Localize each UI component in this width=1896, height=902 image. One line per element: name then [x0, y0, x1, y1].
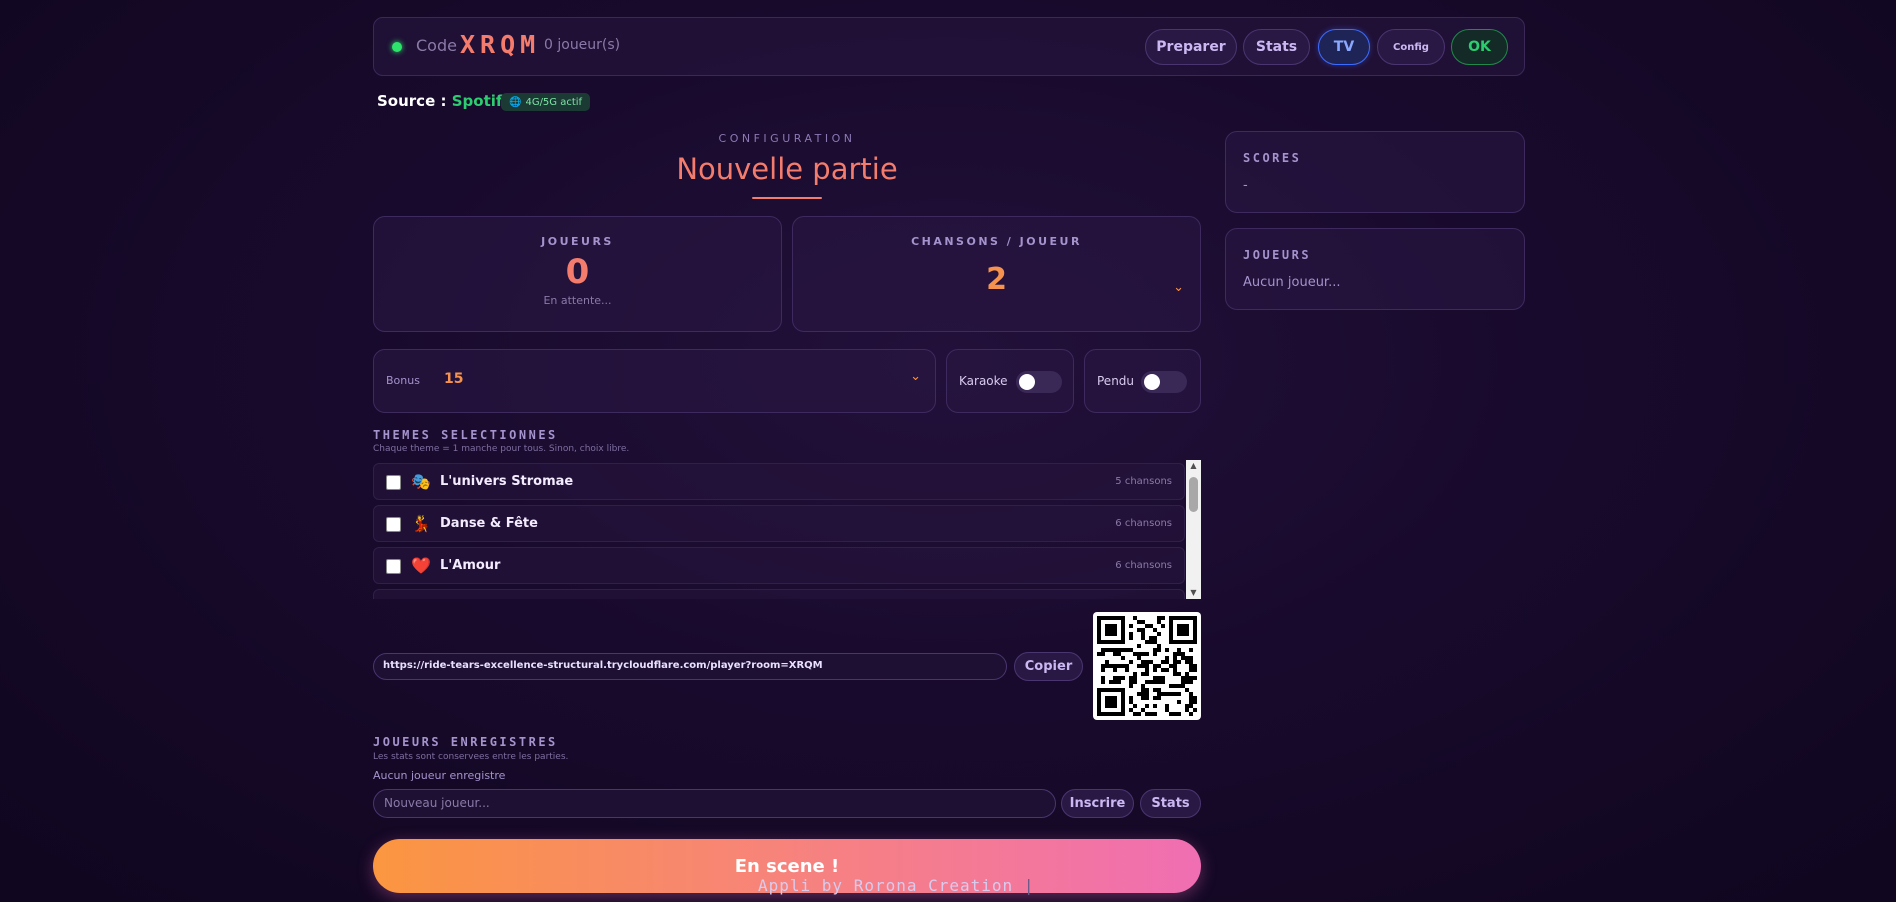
music-source-label: Source : [377, 92, 447, 110]
themes-title: THEMES SELECTIONNES [373, 428, 558, 442]
globe-icon: 🌐 [509, 96, 522, 108]
qr-modules [1097, 616, 1197, 716]
scores-title: SCORES [1243, 151, 1302, 165]
scroll-down-arrow-icon[interactable]: ▼ [1186, 587, 1201, 599]
theme-item[interactable]: ❤️ L'Amour 6 chansons [373, 547, 1185, 584]
songs-card-label: CHANSONS / JOUEUR [911, 235, 1082, 248]
connection-status-dot [392, 42, 402, 52]
theater-masks-icon: 🎭 [411, 472, 431, 491]
theme-checkbox[interactable] [386, 475, 401, 490]
pendu-label: Pendu [1097, 374, 1135, 388]
theme-item[interactable]: 🎭 L'univers Stromae 5 chansons [373, 463, 1185, 500]
registered-players-empty: Aucun joueur enregistre [373, 769, 506, 782]
theme-name: L'univers Stromae [440, 474, 574, 489]
scores-value: - [1243, 178, 1248, 193]
prepare-button[interactable]: Preparer [1145, 29, 1237, 65]
connected-players-count: 0 joueur(s) [544, 37, 621, 53]
karaoke-toggle[interactable] [1016, 371, 1062, 393]
network-badge: 🌐 4G/5G actif [501, 93, 591, 111]
pendu-option: Pendu [1084, 349, 1201, 413]
theme-name: Danse & Fête [440, 516, 538, 531]
bonus-label: Bonus [386, 374, 420, 387]
page-title: Nouvelle partie [676, 152, 898, 186]
title-underline [752, 197, 822, 199]
pendu-toggle[interactable] [1141, 371, 1187, 393]
room-code-label: Code [416, 36, 457, 55]
theme-item[interactable]: 💃 Danse & Fête 6 chansons [373, 505, 1185, 542]
room-code: XRQM [460, 30, 541, 59]
karaoke-option: Karaoke [946, 349, 1074, 413]
theme-item[interactable] [373, 589, 1185, 599]
tv-button[interactable]: TV [1318, 29, 1370, 65]
themes-scrollbar[interactable]: ▲ ▼ [1186, 460, 1201, 599]
bonus-select[interactable]: Bonus 15 ⌄ [373, 349, 936, 413]
footer-separator: | [1023, 876, 1035, 895]
config-button[interactable]: Config [1377, 29, 1445, 65]
players-panel: JOUEURS Aucun joueur... [1225, 228, 1525, 310]
room-header-bar: Code XRQM 0 joueur(s) Preparer Stats TV … [373, 17, 1525, 76]
chevron-down-icon: ⌄ [910, 369, 921, 384]
footer-text: Appli by Rorona Creation [758, 876, 1014, 895]
theme-song-count: 6 chansons [1115, 560, 1172, 571]
players-card-value: 0 [565, 252, 590, 292]
bonus-value: 15 [444, 371, 464, 387]
scroll-up-arrow-icon[interactable]: ▲ [1186, 460, 1201, 472]
dancer-icon: 💃 [411, 514, 431, 533]
stats-button[interactable]: Stats [1243, 29, 1310, 65]
footer-credit: Appli by Rorona Creation | [758, 876, 1034, 895]
players-card: JOUEURS 0 En attente... [373, 216, 782, 332]
copy-link-button[interactable]: Copier [1014, 652, 1083, 681]
players-card-label: JOUEURS [541, 235, 614, 248]
scroll-thumb[interactable] [1189, 477, 1198, 512]
players-panel-value: Aucun joueur... [1243, 275, 1341, 290]
registered-players-subtitle: Les stats sont conservees entre les part… [373, 752, 569, 762]
heart-icon: ❤️ [411, 556, 431, 575]
theme-song-count: 5 chansons [1115, 476, 1172, 487]
qr-code-image [1097, 616, 1197, 716]
theme-name: L'Amour [440, 558, 501, 573]
player-stats-button[interactable]: Stats [1140, 789, 1201, 818]
players-card-status: En attente... [543, 294, 612, 307]
theme-checkbox[interactable] [386, 559, 401, 574]
new-player-input[interactable]: Nouveau joueur... [373, 789, 1056, 818]
theme-checkbox[interactable] [386, 517, 401, 532]
scores-panel: SCORES - [1225, 131, 1525, 213]
themes-list[interactable]: 🎭 L'univers Stromae 5 chansons 💃 Danse &… [373, 460, 1201, 599]
network-badge-label: 4G/5G actif [525, 96, 583, 108]
start-game-label: En scene ! [734, 855, 840, 877]
music-source: Source : Spotify [377, 92, 512, 110]
theme-song-count: 6 chansons [1115, 518, 1172, 529]
songs-card-value: 2 [986, 262, 1007, 297]
qr-code [1093, 612, 1201, 720]
themes-subtitle: Chaque theme = 1 manche pour tous. Sinon… [373, 444, 630, 454]
player-link-field[interactable]: https://ride-tears-excellence-structural… [373, 653, 1007, 680]
chevron-down-icon: ⌄ [1173, 280, 1184, 295]
register-player-button[interactable]: Inscrire [1061, 789, 1134, 818]
toggle-knob [1144, 374, 1160, 390]
players-panel-title: JOUEURS [1243, 248, 1312, 262]
config-kicker: CONFIGURATION [718, 132, 856, 145]
ok-button[interactable]: OK [1451, 29, 1508, 65]
karaoke-label: Karaoke [959, 374, 1008, 388]
songs-per-player-select[interactable]: CHANSONS / JOUEUR 2 ⌄ [792, 216, 1201, 332]
toggle-knob [1019, 374, 1035, 390]
registered-players-title: JOUEURS ENREGISTRES [373, 735, 558, 749]
